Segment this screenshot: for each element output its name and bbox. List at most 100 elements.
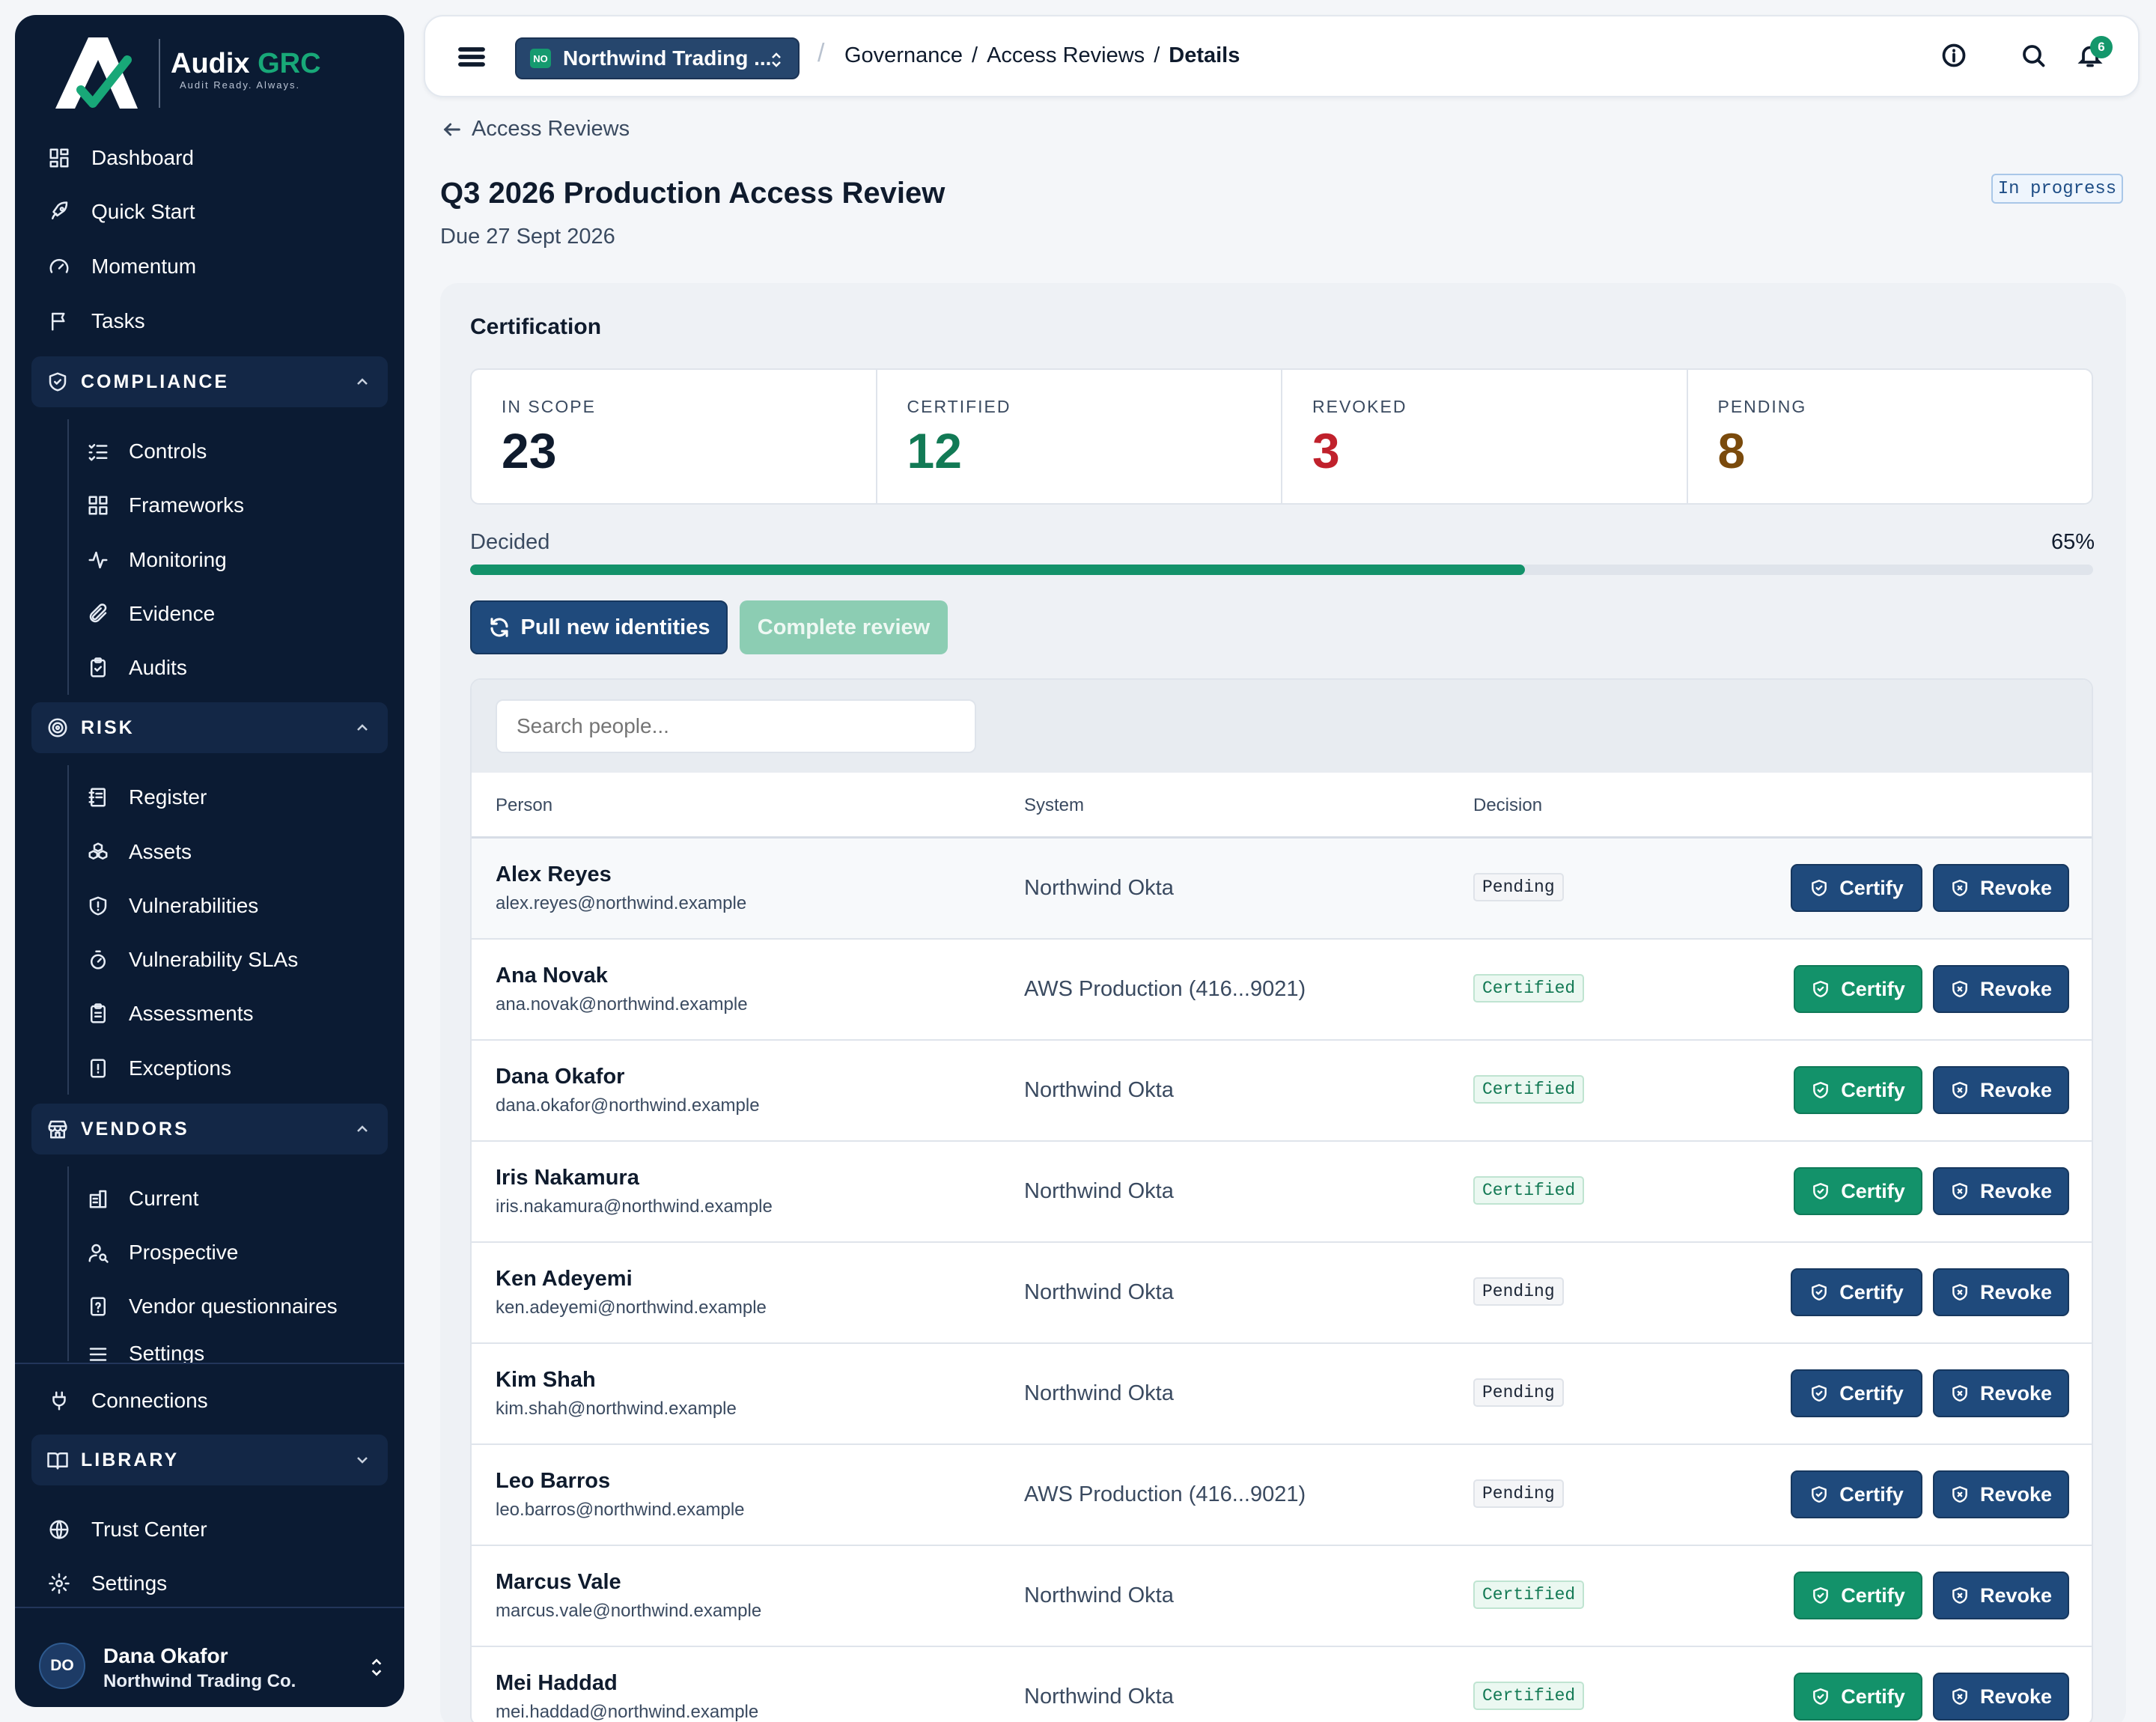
- stat-certified: CERTIFIED 12: [877, 370, 1282, 503]
- nav-prospective[interactable]: Prospective: [85, 1234, 238, 1271]
- tree-line: [67, 1166, 69, 1361]
- person-cell: Mei Haddad mei.haddad@northwind.example: [496, 1671, 758, 1722]
- breadcrumb-access-reviews[interactable]: Access Reviews: [987, 43, 1145, 67]
- certify-button[interactable]: Certify: [1794, 1167, 1922, 1215]
- nav-vendor-settings[interactable]: Settings: [85, 1342, 204, 1363]
- revoke-button[interactable]: Revoke: [1933, 1572, 2069, 1619]
- nav-connections[interactable]: Connections: [46, 1382, 208, 1420]
- button-label: Certify: [1839, 1482, 1904, 1506]
- shield-check-icon: [1812, 1284, 1827, 1300]
- button-label: Certify: [1841, 1583, 1905, 1607]
- nav-vulnerabilities[interactable]: Vulnerabilities: [85, 887, 258, 925]
- nav-trust-center[interactable]: Trust Center: [46, 1511, 207, 1548]
- search-people-input[interactable]: [496, 699, 976, 753]
- nav-audits[interactable]: Audits: [85, 649, 187, 687]
- section-compliance[interactable]: COMPLIANCE: [31, 356, 388, 407]
- stat-in-scope: IN SCOPE 23: [472, 370, 877, 503]
- button-label: Certify: [1839, 1280, 1904, 1303]
- menu-icon[interactable]: [457, 42, 487, 72]
- table-header: Person System Decision: [472, 773, 2092, 839]
- certify-button[interactable]: Certify: [1794, 1066, 1922, 1114]
- progress-bar-fill: [470, 565, 1526, 575]
- nav-label: Evidence: [129, 602, 216, 625]
- revoke-button[interactable]: Revoke: [1933, 965, 2069, 1013]
- section-vendors[interactable]: VENDORS: [31, 1104, 388, 1154]
- system-cell: AWS Production (416...9021): [1024, 1482, 1306, 1506]
- nav-label: Dashboard: [91, 146, 194, 169]
- notification-count-badge: 6: [2090, 36, 2113, 58]
- certify-button[interactable]: Certify: [1794, 965, 1922, 1013]
- nav-label: Assets: [129, 840, 192, 863]
- nav-assets[interactable]: Assets: [85, 833, 192, 871]
- progress-label: Decided: [470, 530, 550, 554]
- user-profile-menu[interactable]: DO Dana Okafor Northwind Trading Co.: [15, 1617, 404, 1707]
- decision-badge: Pending: [1473, 1479, 1564, 1508]
- breadcrumb-governance[interactable]: Governance: [844, 43, 963, 67]
- chevron-down-icon: [353, 1451, 371, 1469]
- org-switcher[interactable]: NO Northwind Trading ...: [515, 37, 800, 79]
- complete-review-button[interactable]: Complete review: [740, 600, 948, 654]
- revoke-button[interactable]: Revoke: [1933, 864, 2069, 912]
- nav-settings[interactable]: Settings: [46, 1565, 167, 1602]
- person-cell: Alex Reyes alex.reyes@northwind.example: [496, 862, 746, 914]
- search-icon[interactable]: [2020, 42, 2050, 72]
- chevron-up-icon: [353, 1120, 371, 1138]
- certify-button[interactable]: Certify: [1791, 1268, 1922, 1316]
- button-label: Certify: [1841, 1685, 1905, 1708]
- certify-button[interactable]: Certify: [1791, 1369, 1922, 1417]
- person-email: dana.okafor@northwind.example: [496, 1095, 760, 1116]
- nav-frameworks[interactable]: Frameworks: [85, 487, 244, 524]
- certify-button[interactable]: Certify: [1794, 1572, 1922, 1619]
- nav-assessments[interactable]: Assessments: [85, 995, 254, 1032]
- revoke-button[interactable]: Revoke: [1933, 1673, 2069, 1721]
- nav-vendor-questionnaires[interactable]: Vendor questionnaires: [85, 1288, 338, 1325]
- revoke-button[interactable]: Revoke: [1933, 1167, 2069, 1215]
- info-icon[interactable]: [1940, 42, 1970, 72]
- nav-label: Vendor questionnaires: [129, 1294, 338, 1318]
- nav-label: Quick Start: [91, 200, 195, 223]
- nav-dashboard[interactable]: Dashboard: [46, 139, 194, 177]
- nav-momentum[interactable]: Momentum: [46, 248, 196, 285]
- column-system: System: [1024, 795, 1085, 815]
- certify-button[interactable]: Certify: [1791, 864, 1922, 912]
- decision-badge: Certified: [1473, 1075, 1585, 1104]
- nav-evidence[interactable]: Evidence: [85, 595, 215, 633]
- certify-button[interactable]: Certify: [1791, 1470, 1922, 1518]
- nav-controls[interactable]: Controls: [85, 433, 207, 470]
- back-link[interactable]: Access Reviews: [442, 117, 630, 142]
- table-row: Alex Reyes alex.reyes@northwind.example No…: [472, 839, 2092, 940]
- target-icon: [45, 715, 70, 740]
- table-row: Mei Haddad mei.haddad@northwind.example No…: [472, 1647, 2092, 1722]
- certify-button[interactable]: Certify: [1794, 1673, 1922, 1721]
- nav-exceptions[interactable]: Exceptions: [85, 1050, 231, 1087]
- stats-row: IN SCOPE 23 CERTIFIED 12 REVOKED 3 PENDI…: [470, 368, 2093, 505]
- sliders-icon: [85, 1342, 111, 1363]
- nav-current[interactable]: Current: [85, 1180, 198, 1217]
- section-risk[interactable]: RISK: [31, 702, 388, 753]
- nav-tasks[interactable]: Tasks: [46, 302, 145, 340]
- nav-register[interactable]: Register: [85, 779, 207, 816]
- person-name: Ken Adeyemi: [496, 1267, 633, 1291]
- nav-quick-start[interactable]: Quick Start: [46, 193, 195, 231]
- revoke-button[interactable]: Revoke: [1933, 1066, 2069, 1114]
- revoke-button[interactable]: Revoke: [1933, 1369, 2069, 1417]
- nav-label: Register: [129, 785, 207, 809]
- nav-vulnerability-slas[interactable]: Vulnerability SLAs: [85, 941, 298, 979]
- brand-logo[interactable]: Audix GRC Audit Ready. Always.: [40, 28, 340, 111]
- revoke-button[interactable]: Revoke: [1933, 1268, 2069, 1316]
- store-icon: [45, 1116, 70, 1142]
- nav-monitoring[interactable]: Monitoring: [85, 541, 227, 579]
- avatar: DO: [39, 1643, 85, 1689]
- stat-value: 12: [907, 423, 962, 478]
- revoke-button[interactable]: Revoke: [1933, 1470, 2069, 1518]
- pull-new-identities-button[interactable]: Pull new identities: [470, 600, 728, 654]
- sidebar-divider: [15, 1607, 404, 1608]
- nav-label: Current: [129, 1187, 199, 1210]
- table-row: Ken Adeyemi ken.adeyemi@northwind.example…: [472, 1243, 2092, 1344]
- chevron-up-icon: [353, 373, 371, 391]
- stat-value: 23: [502, 423, 557, 478]
- person-email: ken.adeyemi@northwind.example: [496, 1297, 767, 1318]
- section-label: VENDORS: [81, 1118, 189, 1140]
- section-library[interactable]: LIBRARY: [31, 1435, 388, 1485]
- person-name: Ana Novak: [496, 964, 608, 988]
